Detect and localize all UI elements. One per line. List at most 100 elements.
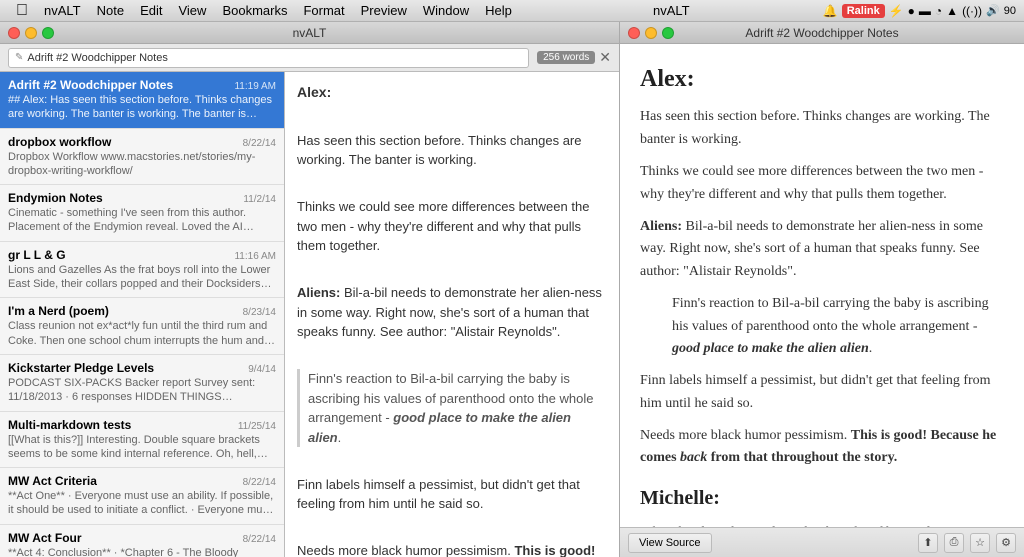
note-item[interactable]: Endymion Notes 11/2/14Cinematic - somethi… bbox=[0, 185, 284, 242]
close-button[interactable] bbox=[8, 27, 20, 39]
preview-heading-alex: Alex: bbox=[640, 60, 1004, 98]
notes-list: Adrift #2 Woodchipper Notes11:19 AM## Al… bbox=[0, 72, 285, 557]
note-item[interactable]: Adrift #2 Woodchipper Notes11:19 AM## Al… bbox=[0, 72, 284, 129]
volume-icon: 🔊 bbox=[986, 4, 1000, 17]
note-preview: Class reunion not ex*act*ly fun until th… bbox=[8, 319, 276, 348]
view-source-button[interactable]: View Source bbox=[628, 533, 712, 553]
note-preview: Cinematic - something I've seen from thi… bbox=[8, 206, 276, 235]
note-title: MW Act Four bbox=[8, 531, 239, 545]
editor-paragraph: Finn's reaction to Bil-a-bil carrying th… bbox=[297, 369, 607, 447]
note-preview: **Act One** · Everyone must use an abili… bbox=[8, 489, 276, 518]
preview-window-title: Adrift #2 Woodchipper Notes bbox=[745, 26, 898, 40]
editor-paragraph: Needs more black humor pessimism. This i… bbox=[297, 541, 607, 557]
preview-close-button[interactable] bbox=[628, 27, 640, 39]
time-icon: ◔ bbox=[935, 4, 942, 18]
note-title: Kickstarter Pledge Levels bbox=[8, 361, 244, 375]
menu-bar:  nvALT Note Edit View Bookmarks Format … bbox=[0, 0, 1024, 22]
menu-window[interactable]: Window bbox=[415, 0, 477, 22]
note-item[interactable]: Kickstarter Pledge Levels9/4/14PODCAST S… bbox=[0, 355, 284, 412]
share-icon[interactable]: ⬆ bbox=[918, 533, 938, 553]
nvalt-panel: nvALT ✎ Adrift #2 Woodchipper Notes 256 … bbox=[0, 22, 620, 557]
menu-note[interactable]: Note bbox=[89, 0, 132, 22]
search-clear-button[interactable]: ✕ bbox=[599, 49, 611, 66]
menu-view[interactable]: View bbox=[170, 0, 214, 22]
note-item[interactable]: gr L L & G 11:16 AMLions and Gazelles As … bbox=[0, 242, 284, 299]
search-icon: ✎ bbox=[15, 52, 23, 63]
preview-minimize-button[interactable] bbox=[645, 27, 657, 39]
nvalt-window-title: nvALT bbox=[293, 26, 327, 40]
note-date: 11/2/14 bbox=[243, 194, 276, 205]
preview-toolbar: View Source ⬆ ⎙ ☆ ⚙ bbox=[620, 527, 1024, 557]
note-date: 8/22/14 bbox=[243, 477, 276, 488]
search-input[interactable]: Adrift #2 Woodchipper Notes bbox=[27, 52, 522, 64]
note-date: 11:19 AM bbox=[234, 81, 276, 92]
note-title: Endymion Notes bbox=[8, 191, 239, 205]
note-title: gr L L & G bbox=[8, 248, 230, 262]
note-date: 8/23/14 bbox=[243, 307, 276, 318]
note-item[interactable]: MW Act Criteria 8/22/14**Act One** · Ever… bbox=[0, 468, 284, 525]
note-preview: [[What is this?]] Interesting. Double sq… bbox=[8, 433, 276, 462]
wifi-icon: ⚡ bbox=[889, 4, 904, 18]
note-item[interactable]: MW Act Four8/22/14**Act 4: Conclusion** … bbox=[0, 525, 284, 557]
note-date: 11:16 AM bbox=[234, 251, 276, 262]
search-wrapper[interactable]: ✎ Adrift #2 Woodchipper Notes bbox=[8, 48, 529, 68]
menu-help[interactable]: Help bbox=[477, 0, 520, 22]
traffic-lights bbox=[8, 27, 54, 39]
menu-edit[interactable]: Edit bbox=[132, 0, 170, 22]
bluetooth-icon: ● bbox=[908, 4, 915, 18]
note-item[interactable]: I'm a Nerd (poem)8/23/14Class reunion no… bbox=[0, 298, 284, 355]
ralink-badge: Ralink bbox=[842, 4, 885, 18]
menu-bookmarks[interactable]: Bookmarks bbox=[214, 0, 295, 22]
preview-paragraph: Aliens: Bil-a-bil needs to demonstrate h… bbox=[640, 216, 1004, 283]
note-title: dropbox workflow bbox=[8, 135, 239, 149]
preview-heading-michelle: Michelle: bbox=[640, 482, 1004, 514]
editor-paragraph: Has seen this section before. Thinks cha… bbox=[297, 131, 607, 170]
preview-titlebar: Adrift #2 Woodchipper Notes bbox=[620, 22, 1024, 44]
word-count-badge: 256 words bbox=[537, 51, 595, 64]
wifi-signal-icon: ▲ bbox=[946, 4, 958, 18]
note-item[interactable]: Multi-markdown tests 11/25/14[[What is th… bbox=[0, 412, 284, 469]
airport-icon: ((·)) bbox=[962, 4, 982, 18]
note-preview: **Act 4: Conclusion** · *Chapter 6 - The… bbox=[8, 546, 276, 557]
maximize-button[interactable] bbox=[42, 27, 54, 39]
note-preview: Dropbox Workflow www.macstories.net/stor… bbox=[8, 150, 276, 179]
menu-right: 🔔 Ralink ⚡ ● ▬ ◔ ▲ ((·)) 🔊 90 bbox=[823, 4, 1016, 18]
toolbar-icons: ⬆ ⎙ ☆ ⚙ bbox=[918, 533, 1016, 553]
preview-traffic-lights bbox=[628, 27, 674, 39]
menu-preview[interactable]: Preview bbox=[353, 0, 415, 22]
editor-paragraph: Aliens: Bil-a-bil needs to demonstrate h… bbox=[297, 283, 607, 342]
main-area: nvALT ✎ Adrift #2 Woodchipper Notes 256 … bbox=[0, 22, 1024, 557]
note-date: 9/4/14 bbox=[248, 364, 276, 375]
minimize-button[interactable] bbox=[25, 27, 37, 39]
editor-paragraph: Alex: bbox=[297, 82, 607, 103]
note-date: 8/22/14 bbox=[243, 138, 276, 149]
preview-paragraph: Thinks we could see more differences bet… bbox=[640, 161, 1004, 206]
editor-paragraph: Thinks we could see more differences bet… bbox=[297, 197, 607, 256]
editor-area[interactable]: Alex: Has seen this section before. Think… bbox=[285, 72, 619, 557]
search-bar: ✎ Adrift #2 Woodchipper Notes 256 words … bbox=[0, 44, 619, 72]
note-title: MW Act Criteria bbox=[8, 474, 239, 488]
battery-percent: 90 bbox=[1004, 5, 1016, 17]
note-item[interactable]: dropbox workflow 8/22/14Dropbox Workflow … bbox=[0, 129, 284, 186]
note-date: 11/25/14 bbox=[238, 421, 276, 432]
note-title: Adrift #2 Woodchipper Notes bbox=[8, 78, 230, 92]
preview-maximize-button[interactable] bbox=[662, 27, 674, 39]
preview-paragraph: Needs more black humor pessimism. This i… bbox=[640, 425, 1004, 470]
editor-paragraph: Finn labels himself a pessimist, but did… bbox=[297, 475, 607, 514]
menu-format[interactable]: Format bbox=[295, 0, 352, 22]
preview-content: Alex: Has seen this section before. Think… bbox=[620, 44, 1024, 527]
note-title: Multi-markdown tests bbox=[8, 418, 234, 432]
apple-menu[interactable]:  bbox=[8, 0, 36, 22]
menu-nvalt[interactable]: nvALT bbox=[36, 0, 89, 22]
battery-icon: ▬ bbox=[919, 4, 931, 18]
notification-icon: 🔔 bbox=[823, 4, 838, 18]
preview-paragraph: Has seen this section before. Thinks cha… bbox=[640, 106, 1004, 151]
nvalt-titlebar: nvALT bbox=[0, 22, 619, 44]
preview-blockquote: Finn's reaction to Bil-a-bil carrying th… bbox=[660, 293, 1004, 360]
preview-panel: Adrift #2 Woodchipper Notes Alex: Has see… bbox=[620, 22, 1024, 557]
print-icon[interactable]: ⎙ bbox=[944, 533, 964, 553]
note-preview: Lions and Gazelles As the frat boys roll… bbox=[8, 263, 276, 292]
bookmark-icon[interactable]: ☆ bbox=[970, 533, 990, 553]
settings-icon[interactable]: ⚙ bbox=[996, 533, 1016, 553]
preview-paragraph: Finn labels himself a pessimist, but did… bbox=[640, 370, 1004, 415]
